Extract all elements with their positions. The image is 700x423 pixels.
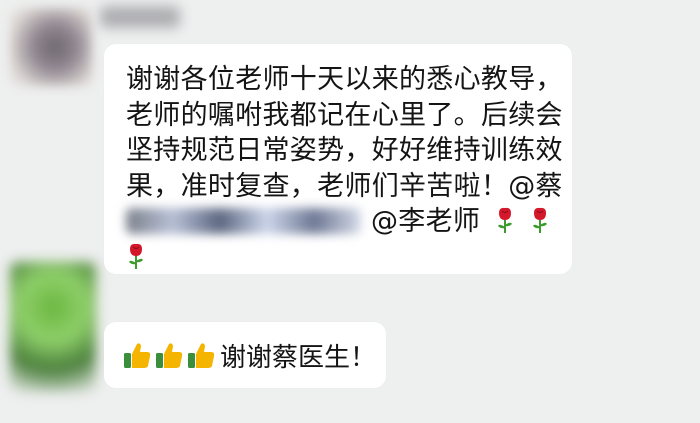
reply-bubble[interactable]: 谢谢蔡医生！ <box>104 322 386 388</box>
thumbs-up-icon <box>154 340 184 370</box>
message-line: 果，准时复查，老师们辛苦啦！@蔡 <box>126 170 563 202</box>
message-line: 坚持规范日常姿势，好好维持训练效 <box>126 135 563 166</box>
rose-icon <box>126 242 146 270</box>
mention-line: @李老师 <box>126 204 550 240</box>
thumbs-up-icon <box>122 340 152 370</box>
message-line-icons <box>126 240 550 276</box>
mention-name[interactable]: @李老师 <box>371 206 480 237</box>
reply-avatar[interactable] <box>10 262 96 392</box>
sender-name-redacted <box>100 6 180 28</box>
message-line: 谢谢各位老师十天以来的悉心教导， <box>126 64 563 95</box>
message-bubble[interactable]: 谢谢各位老师十天以来的悉心教导， 老师的嘱咐我都记在心里了。后续会 坚持规范日常… <box>104 44 572 274</box>
rose-icon <box>530 206 550 234</box>
sender-avatar[interactable] <box>10 8 92 86</box>
message-line: 老师的嘱咐我都记在心里了。后续会 <box>126 99 563 131</box>
reply-text: 谢谢蔡医生！ <box>220 342 377 373</box>
redacted-mentions <box>126 208 361 234</box>
mention-text[interactable]: @李老师 <box>371 204 550 240</box>
thumbs-up-icon <box>186 340 216 370</box>
rose-icon <box>495 206 515 234</box>
